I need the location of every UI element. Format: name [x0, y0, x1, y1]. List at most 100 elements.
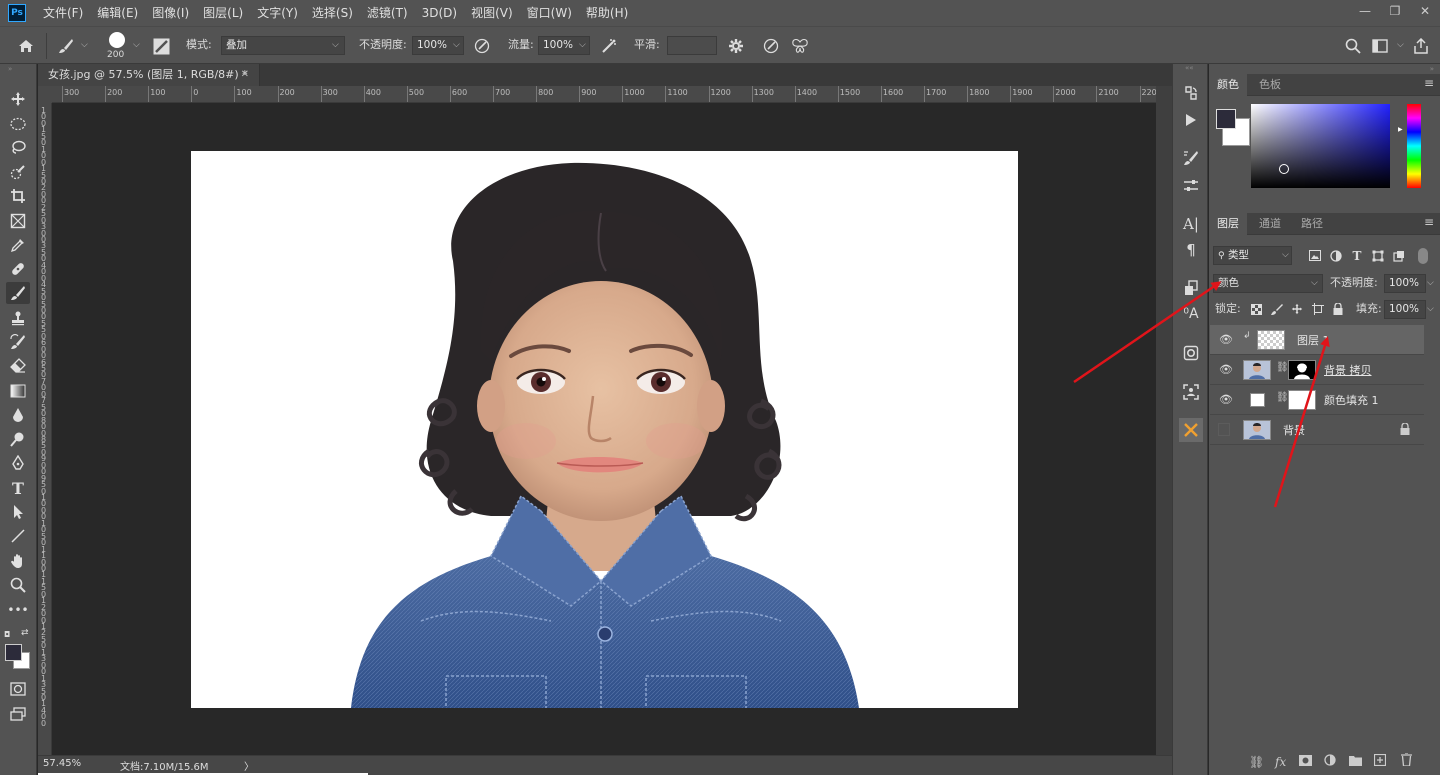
lock-transparent-icon[interactable] [1249, 302, 1263, 316]
swap-colors-icon[interactable]: ⇄ [21, 628, 29, 638]
dock-collapse-icon[interactable]: «« [1185, 64, 1194, 72]
glyphs-panel-icon[interactable]: ⁰A [1179, 302, 1203, 326]
opacity-chevron-down-icon[interactable]: ⌵ [453, 40, 460, 50]
layer-opacity-input[interactable]: 100% [1384, 274, 1426, 293]
layer-name[interactable]: 背景 [1283, 422, 1305, 438]
layer-mask-thumbnail[interactable] [1288, 360, 1316, 380]
zoom-tool-icon[interactable] [6, 574, 30, 596]
close-button[interactable]: ✕ [1410, 0, 1440, 22]
filter-kind-chevron-down-icon[interactable]: ⌵ [1282, 250, 1289, 260]
layer-name[interactable]: 颜色填充 1 [1324, 392, 1379, 408]
home-icon[interactable] [14, 36, 38, 56]
color-panel-menu-icon[interactable]: ≡ [1424, 76, 1434, 90]
flow-chevron-down-icon[interactable]: ⌵ [579, 40, 586, 50]
eye-icon[interactable]: 👁 [1219, 393, 1233, 406]
layer-name[interactable]: 背景 拷贝 [1324, 362, 1372, 378]
layer-style-fx-icon[interactable]: fx [1275, 755, 1286, 769]
color-field[interactable] [1251, 104, 1390, 188]
tool-preset-chevron-down-icon[interactable]: ⌵ [81, 40, 88, 50]
visibility-toggle-empty[interactable] [1218, 423, 1230, 436]
menu-edit[interactable]: 编辑(E) [90, 0, 145, 26]
screen-mode-icon[interactable] [6, 703, 30, 725]
mode-chevron-down-icon[interactable]: ⌵ [332, 40, 339, 50]
actions-play-icon[interactable] [1179, 108, 1203, 132]
minimize-button[interactable]: — [1350, 0, 1380, 22]
lock-position-icon[interactable] [1290, 302, 1304, 316]
tab-paths[interactable]: 路径 [1293, 213, 1331, 235]
quick-selection-tool-icon[interactable] [6, 161, 30, 183]
pressure-size-icon[interactable] [760, 36, 782, 56]
healing-brush-tool-icon[interactable] [6, 258, 30, 280]
pen-tool-icon[interactable] [6, 452, 30, 474]
lock-image-brush-icon[interactable] [1270, 302, 1284, 316]
eye-icon[interactable]: 👁 [1219, 333, 1233, 346]
foreground-color-swatch[interactable] [5, 644, 22, 661]
ruler-origin[interactable] [38, 86, 52, 103]
history-panel-icon[interactable] [1179, 81, 1203, 105]
mask-link-icon[interactable]: ⛓ [1276, 362, 1289, 373]
panel-collapse-icon[interactable]: » [8, 65, 12, 73]
mask-link-icon[interactable]: ⛓ [1276, 392, 1289, 403]
layer-opacity-chevron-down-icon[interactable]: ⌵ [1427, 278, 1434, 288]
restore-button[interactable]: ❐ [1380, 0, 1410, 22]
tab-swatches[interactable]: 色板 [1251, 74, 1289, 96]
history-brush-tool-icon[interactable] [6, 331, 30, 353]
share-icon[interactable] [1410, 36, 1432, 56]
menu-layer[interactable]: 图层(L) [196, 0, 250, 26]
filter-smart-object-icon[interactable] [1391, 247, 1407, 264]
move-tool-icon[interactable] [6, 88, 30, 110]
brush-settings-panel-icon[interactable] [150, 36, 172, 56]
gradient-tool-icon[interactable] [6, 380, 30, 402]
layer-name[interactable]: 图层 1 [1297, 332, 1330, 348]
menu-window[interactable]: 窗口(W) [520, 0, 579, 26]
menu-view[interactable]: 视图(V) [464, 0, 520, 26]
layer-row[interactable]: 👁 ↲ 图层 1 [1210, 325, 1424, 355]
quick-mask-icon[interactable] [6, 678, 30, 700]
airbrush-icon[interactable] [598, 36, 620, 56]
zoom-level[interactable]: 57.45% [43, 758, 81, 769]
layer-mask-thumbnail[interactable] [1288, 390, 1316, 410]
frame-tool-icon[interactable] [6, 210, 30, 232]
delete-layer-trash-icon[interactable] [1401, 752, 1412, 769]
mode-select[interactable]: 叠加 [221, 36, 345, 55]
filter-toggle[interactable] [1418, 248, 1428, 264]
menu-file[interactable]: 文件(F) [36, 0, 90, 26]
crop-tool-icon[interactable] [6, 185, 30, 207]
paragraph-panel-icon[interactable]: ¶ [1179, 238, 1203, 262]
pressure-opacity-icon[interactable] [471, 36, 493, 56]
fill-input[interactable]: 100% [1384, 300, 1426, 319]
new-adjustment-layer-icon[interactable] [1324, 754, 1336, 769]
new-group-folder-icon[interactable] [1349, 755, 1362, 769]
blend-mode-chevron-down-icon[interactable]: ⌵ [1311, 278, 1318, 288]
vertical-ruler[interactable]: 1001501001502002503003504004505005506006… [38, 103, 52, 755]
close-tab-icon[interactable]: ✕ [241, 64, 249, 86]
lasso-tool-icon[interactable] [6, 137, 30, 159]
layer-row[interactable]: 背景 [1210, 415, 1424, 445]
eraser-tool-icon[interactable] [6, 355, 30, 377]
more-tools-icon[interactable]: ••• [6, 599, 30, 621]
fill-color-thumbnail[interactable] [1250, 393, 1265, 407]
layer-filter-kind-select[interactable]: ⚲ 类型 [1213, 246, 1292, 265]
menu-help[interactable]: 帮助(H) [579, 0, 635, 26]
hue-slider[interactable] [1407, 104, 1421, 188]
smoothing-input[interactable] [667, 36, 717, 55]
tools-crossed-icon[interactable] [1179, 418, 1203, 442]
tab-color[interactable]: 颜色 [1209, 74, 1247, 96]
blend-mode-select[interactable]: 颜色 [1213, 274, 1323, 293]
lock-all-icon[interactable] [1331, 302, 1345, 316]
document-canvas[interactable] [191, 151, 1018, 708]
hue-slider-marker[interactable]: ▶ [1398, 126, 1403, 133]
eye-icon[interactable]: 👁 [1219, 363, 1233, 376]
clone-stamp-tool-icon[interactable] [6, 307, 30, 329]
layer-row[interactable]: 👁 ⛓ 颜色填充 1 [1210, 385, 1424, 415]
brush-preview-icon[interactable] [109, 32, 125, 48]
status-menu-arrow[interactable]: 〉 [244, 758, 254, 773]
adjustments-sliders-icon[interactable] [1179, 174, 1203, 198]
menu-image[interactable]: 图像(I) [145, 0, 196, 26]
symmetry-butterfly-icon[interactable] [789, 36, 811, 56]
filter-pixel-icon[interactable] [1307, 247, 1323, 264]
panels-collapse-icon[interactable]: » [1430, 65, 1434, 73]
brush-settings-icon[interactable] [1179, 146, 1203, 170]
gear-icon[interactable] [725, 36, 747, 56]
add-mask-icon[interactable] [1299, 755, 1312, 769]
